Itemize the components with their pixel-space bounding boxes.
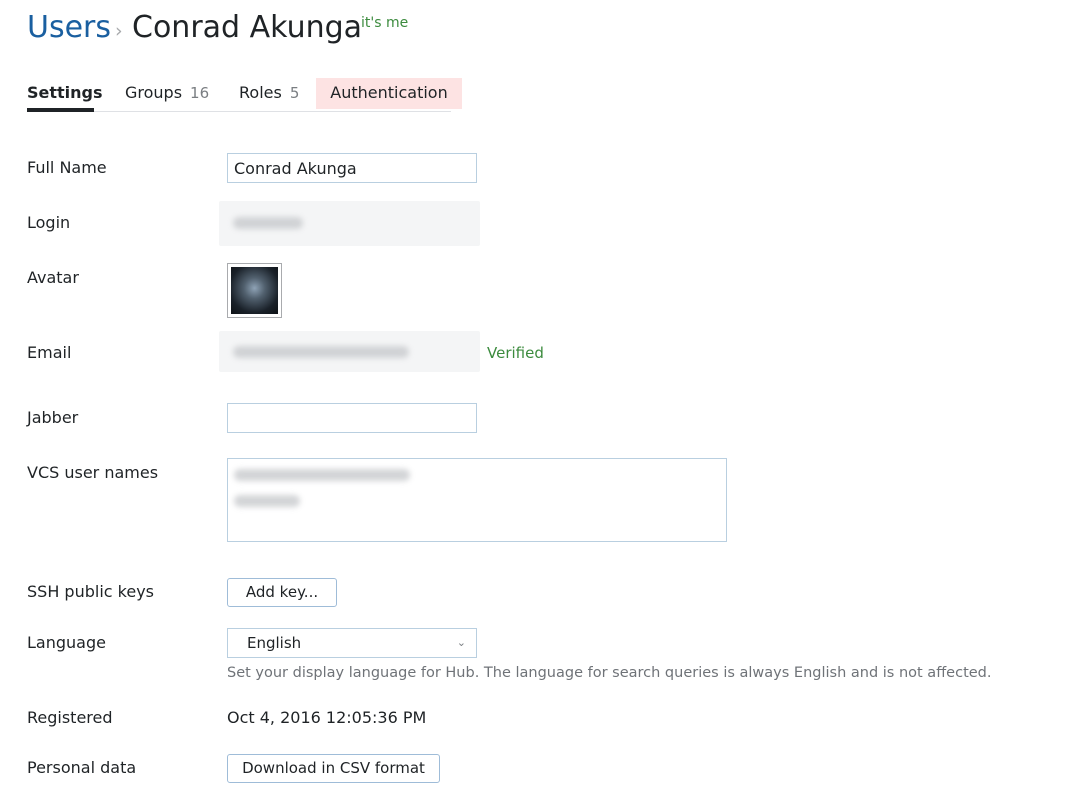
registered-label: Registered (27, 708, 113, 727)
email-verified-status: Verified (487, 344, 544, 362)
page-title: Conrad Akunga (132, 10, 363, 45)
full-name-label: Full Name (27, 158, 107, 177)
tab-groups-count: 16 (190, 84, 210, 102)
login-label: Login (27, 213, 71, 232)
ssh-keys-label: SSH public keys (27, 582, 154, 601)
registered-value: Oct 4, 2016 12:05:36 PM (227, 708, 427, 727)
download-csv-button[interactable]: Download in CSV format (227, 754, 440, 783)
tab-authentication-label: Authentication (330, 83, 448, 102)
avatar[interactable] (227, 263, 282, 318)
its-me-badge: it's me (361, 15, 409, 31)
login-value-redacted (219, 201, 480, 246)
tab-roles-label: Roles (239, 83, 282, 102)
email-label: Email (27, 343, 72, 362)
tab-settings-label: Settings (27, 83, 103, 102)
language-select-value: English (247, 634, 302, 652)
tab-roles[interactable]: Roles 5 (239, 78, 299, 108)
vcs-user-names-textarea[interactable] (227, 458, 727, 542)
chevron-down-icon: ⌄ (456, 636, 466, 649)
tab-groups[interactable]: Groups 16 (125, 78, 209, 108)
tab-settings[interactable]: Settings (27, 78, 103, 108)
jabber-input[interactable] (227, 403, 477, 433)
active-tab-underline (27, 108, 94, 112)
chevron-right-icon: › (115, 20, 123, 42)
personal-data-label: Personal data (27, 758, 137, 777)
full-name-input[interactable] (227, 153, 477, 183)
avatar-image (231, 267, 278, 314)
language-hint: Set your display language for Hub. The l… (227, 665, 992, 681)
avatar-label: Avatar (27, 268, 79, 287)
add-key-button[interactable]: Add key... (227, 578, 337, 607)
tab-roles-count: 5 (289, 84, 300, 102)
vcs-user-names-label: VCS user names (27, 463, 159, 482)
tab-authentication[interactable]: Authentication (316, 78, 462, 109)
language-select[interactable]: English ⌄ (227, 628, 477, 658)
breadcrumb-users-link[interactable]: Users (27, 8, 111, 48)
language-label: Language (27, 633, 106, 652)
tab-groups-label: Groups (125, 83, 183, 102)
email-value-redacted (219, 331, 480, 372)
jabber-label: Jabber (27, 408, 79, 427)
